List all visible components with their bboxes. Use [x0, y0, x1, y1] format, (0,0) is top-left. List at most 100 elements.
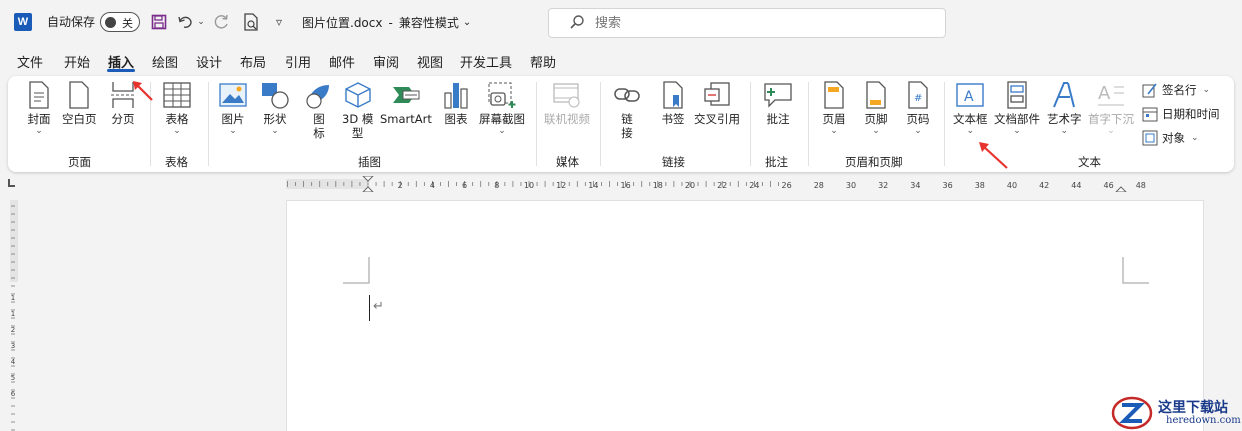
- tab-home[interactable]: 开始: [64, 52, 90, 71]
- ruler-label: 24: [749, 181, 759, 190]
- vruler-label: 1: [11, 310, 15, 318]
- search-box[interactable]: [548, 8, 946, 38]
- ruler-label: 14: [588, 181, 598, 190]
- chevron-down-icon: ⌄: [173, 126, 181, 136]
- vruler-label: 1: [11, 294, 15, 302]
- cross-reference-button[interactable]: 交叉引用: [694, 80, 740, 126]
- page-number-label: 页码: [906, 112, 930, 126]
- table-button[interactable]: 表格 ⌄: [162, 80, 192, 136]
- date-time-button[interactable]: 日期和时间: [1142, 106, 1220, 122]
- chevron-down-icon: ⌄: [966, 126, 975, 136]
- chevron-down-icon: ⌄: [229, 126, 237, 136]
- tab-view[interactable]: 视图: [417, 52, 443, 71]
- link-icon: [612, 80, 642, 110]
- header-button[interactable]: 页眉 ⌄: [819, 80, 849, 136]
- tab-references[interactable]: 引用: [285, 52, 311, 71]
- chevron-down-icon: ⌄: [914, 126, 922, 136]
- 3d-models-button[interactable]: 3D 模 型: [342, 80, 373, 140]
- blank-page-button[interactable]: 空白页: [62, 80, 97, 126]
- document-page[interactable]: ↵: [286, 200, 1204, 431]
- icons-label: 图 标: [313, 112, 325, 140]
- tab-developer[interactable]: 开发工具: [460, 52, 512, 71]
- title-bar: W 自动保存 关 ⌄ ▿ 图片位置.docx - 兼容性模式 ⌄: [0, 0, 1242, 44]
- title-separator: -: [388, 15, 393, 30]
- undo-icon[interactable]: [175, 11, 197, 33]
- vruler-label: 2: [11, 326, 15, 334]
- icons-button[interactable]: 图 标: [304, 80, 334, 140]
- vruler-label: 6: [11, 390, 16, 398]
- bookmark-button[interactable]: 书签: [658, 80, 688, 126]
- signature-line-label: 签名行: [1162, 83, 1197, 97]
- undo-dropdown-chevron-down-icon[interactable]: ⌄: [195, 11, 207, 33]
- table-icon: [162, 80, 192, 110]
- wordart-button[interactable]: 艺术字 ⌄: [1047, 80, 1082, 136]
- chevron-down-icon: ⌄: [1202, 85, 1211, 95]
- cover-page-button[interactable]: 封面 ⌄: [24, 80, 54, 136]
- drop-cap-button[interactable]: A 首字下沉 ⌄: [1088, 80, 1134, 136]
- link-button[interactable]: 链 接: [612, 80, 642, 140]
- shapes-button[interactable]: 形状 ⌄: [260, 80, 290, 136]
- chevron-down-icon: ⌄: [1060, 126, 1069, 136]
- tab-design[interactable]: 设计: [196, 52, 222, 71]
- autosave-state: 关: [122, 17, 133, 30]
- svg-text:#: #: [914, 93, 922, 104]
- right-indent-marker: [1115, 186, 1127, 192]
- comment-button[interactable]: 批注: [763, 80, 793, 126]
- screenshot-button[interactable]: 屏幕截图 ⌄: [479, 80, 525, 136]
- vruler-label: 4: [11, 358, 16, 366]
- tab-layout[interactable]: 布局: [240, 52, 266, 71]
- object-button[interactable]: 对象 ⌄: [1142, 130, 1199, 146]
- ruler-label: 16: [621, 181, 631, 190]
- tab-draw[interactable]: 绘图: [152, 52, 178, 71]
- footer-button[interactable]: 页脚 ⌄: [861, 80, 891, 136]
- ruler-label: 30: [846, 181, 856, 190]
- group-divider: [536, 82, 537, 166]
- 3d-models-label: 3D 模 型: [342, 112, 374, 140]
- signature-line-icon: [1142, 82, 1158, 98]
- online-video-button[interactable]: 联机视频: [544, 80, 590, 126]
- ruler-label: 28: [814, 181, 824, 190]
- search-input[interactable]: [595, 14, 895, 32]
- toggle-knob: [105, 17, 116, 28]
- tab-mailings[interactable]: 邮件: [329, 52, 355, 71]
- print-preview-icon[interactable]: [240, 11, 262, 33]
- footer-icon: [861, 80, 891, 110]
- ribbon-panel: 封面 ⌄ 空白页 分页 页面 表格 ⌄ 表格 图片 ⌄ 形状 ⌄ 图 标 3D …: [8, 76, 1234, 172]
- redo-icon[interactable]: [211, 11, 233, 33]
- tab-review[interactable]: 审阅: [373, 52, 399, 71]
- page-number-button[interactable]: # 页码 ⌄: [903, 80, 933, 136]
- customize-toolbar-icon[interactable]: ▿: [268, 11, 290, 33]
- textbox-button[interactable]: A 文本框 ⌄: [953, 80, 988, 136]
- vertical-ruler[interactable]: 1 1 2 3 4 5 6: [8, 200, 18, 431]
- autosave-toggle[interactable]: 关: [100, 12, 140, 32]
- ruler-label: 12: [556, 181, 566, 190]
- tab-selector[interactable]: [8, 179, 15, 187]
- autosave-label: 自动保存: [47, 15, 96, 29]
- group-divider: [944, 82, 945, 166]
- tab-help[interactable]: 帮助: [530, 52, 556, 71]
- chevron-down-icon: ⌄: [1191, 133, 1199, 143]
- footer-label: 页脚: [864, 112, 888, 126]
- chart-button[interactable]: 图表: [441, 80, 471, 126]
- group-divider: [600, 82, 601, 166]
- page-break-label: 分页: [111, 112, 135, 126]
- ruler-label: 34: [910, 181, 920, 190]
- smartart-button[interactable]: SmartArt: [380, 80, 432, 126]
- page-number-icon: #: [903, 80, 933, 110]
- text-cursor: [369, 295, 370, 321]
- group-illustrations-label: 插图: [358, 155, 381, 169]
- table-label: 表格: [165, 112, 189, 126]
- tab-file[interactable]: 文件: [17, 52, 43, 71]
- document-title[interactable]: 图片位置.docx - 兼容性模式 ⌄: [302, 14, 471, 31]
- horizontal-ruler[interactable]: 2 4 6 8 10 12 14 16 18 20 22 24 26 28 30 32 34 36 38 40 42 44…: [286, 176, 1204, 192]
- page-margin-marks: [343, 257, 1149, 284]
- icons-icon: [304, 80, 334, 110]
- picture-button[interactable]: 图片 ⌄: [218, 80, 248, 136]
- group-text-label: 文本: [1078, 155, 1101, 169]
- watermark-logo: 这里下载站 heredown.com: [1110, 393, 1242, 431]
- save-icon[interactable]: [148, 11, 170, 33]
- signature-line-button[interactable]: 签名行 ⌄: [1142, 82, 1210, 98]
- annotation-arrow-textbox: [979, 142, 1008, 169]
- quick-parts-button[interactable]: 文档部件 ⌄: [994, 80, 1040, 136]
- ruler-label: 4: [430, 181, 435, 190]
